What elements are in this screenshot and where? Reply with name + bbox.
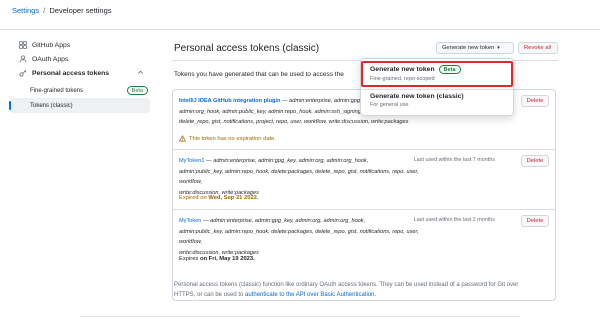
token-scopes: delete_repo, gist, notifications, projec… <box>179 119 409 125</box>
sidebar-item-personal-access-tokens[interactable]: Personal access tokens <box>10 66 150 80</box>
apps-grid-icon <box>18 40 28 50</box>
beta-badge: Beta <box>126 86 148 95</box>
option-description: For general use <box>370 102 409 108</box>
delete-token-button[interactable]: Delete <box>521 215 549 227</box>
option-title: Generate new token <box>370 66 435 73</box>
delete-token-button[interactable]: Delete <box>521 155 549 167</box>
caret-down-icon: ▾ <box>497 45 500 51</box>
person-icon <box>18 54 28 64</box>
sidebar-item-label: Personal access tokens <box>32 69 110 77</box>
token-name-link[interactable]: MyToken1 <box>179 158 205 164</box>
breadcrumb-settings-link[interactable]: Settings <box>12 6 39 15</box>
generate-fine-grained-token-option[interactable]: Generate new token Beta Fine-grained, re… <box>361 61 513 87</box>
sidebar: GitHub Apps OAuth Apps Personal access t… <box>9 38 150 113</box>
token-row: MyToken — admin:enterprise, admin:gpg_ke… <box>173 210 555 272</box>
sidebar-item-github-apps[interactable]: GitHub Apps <box>10 38 150 52</box>
generate-new-token-label: Generate new token <box>442 45 495 51</box>
revoke-all-button[interactable]: Revoke all <box>518 42 558 54</box>
token-row: MyToken1 — admin:enterprise, admin:gpg_k… <box>173 150 555 210</box>
bottom-divider <box>80 316 520 317</box>
breadcrumb-current: Developer settings <box>49 6 112 15</box>
sidebar-subitem-label: Fine-grained tokens <box>30 87 84 94</box>
token-details: MyToken1 — admin:enterprise, admin:gpg_k… <box>179 156 429 198</box>
sidebar-item-label: GitHub Apps <box>32 41 71 49</box>
token-expiry: Expired on Wed, Sep 21 2022. <box>179 195 259 201</box>
token-scopes: — admin:enterprise, admin:gpg_key, admin… <box>204 158 369 164</box>
generate-token-dropdown: Generate new token Beta Fine-grained, re… <box>360 58 514 116</box>
option-title: Generate new token (classic) <box>370 93 464 100</box>
tokens-intro-text: Tokens you have generated that can be us… <box>174 71 344 78</box>
dropdown-divider <box>361 89 513 90</box>
token-scopes: — admin:enterprise, admin:gpg_key, admin… <box>201 218 366 224</box>
expiry-date: on Fri, May 19 2023. <box>199 256 255 262</box>
token-name-link[interactable]: IntelliJ IDEA GitHub integration plugin <box>179 98 280 104</box>
sidebar-item-label: OAuth Apps <box>32 55 69 63</box>
sidebar-item-oauth-apps[interactable]: OAuth Apps <box>10 52 150 66</box>
token-last-used: Last used within the last 2 months <box>413 217 495 223</box>
alert-icon <box>179 135 186 142</box>
sidebar-subitem-tokens-classic[interactable]: Tokens (classic) <box>9 98 150 113</box>
expiry-prefix: Expires <box>179 256 199 262</box>
key-icon <box>18 68 28 78</box>
generate-classic-token-option[interactable]: Generate new token (classic) For general… <box>361 91 513 108</box>
basic-auth-link[interactable]: authenticate to the API over Basic Authe… <box>245 292 374 298</box>
no-expiration-warning: This token has no expiration date. <box>179 135 276 142</box>
token-scopes: admin:public_key, admin:repo_hook, delet… <box>179 228 419 246</box>
expiry-date: Wed, Sep 21 2022. <box>208 195 259 201</box>
sidebar-subitem-label: Tokens (classic) <box>30 102 73 109</box>
sidebar-subitem-fine-grained-tokens[interactable]: Fine-grained tokens Beta <box>10 83 150 98</box>
token-name-link[interactable]: MyToken <box>179 218 201 224</box>
footer-text-end: . <box>374 292 377 298</box>
footer-text-line1: Personal access tokens (classic) functio… <box>174 282 519 288</box>
generate-new-token-button[interactable]: Generate new token ▾ <box>436 42 514 54</box>
token-expiry: Expires on Fri, May 19 2023. <box>179 256 255 262</box>
page-title: Personal access tokens (classic) <box>174 43 320 54</box>
top-bar: Settings / Developer settings <box>0 0 600 30</box>
expiry-prefix: Expired on <box>179 195 207 201</box>
tokens-list: IntelliJ IDEA GitHub integration plugin … <box>172 89 556 301</box>
delete-token-button[interactable]: Delete <box>521 95 549 107</box>
chevron-up-icon[interactable] <box>137 69 144 76</box>
footer-note: Personal access tokens (classic) functio… <box>174 280 558 300</box>
breadcrumb-separator: / <box>43 6 46 15</box>
footer-text-line2: HTTPS, or can be used to <box>174 292 246 298</box>
token-details: MyToken — admin:enterprise, admin:gpg_ke… <box>179 216 429 258</box>
breadcrumb: Settings / Developer settings <box>12 6 112 15</box>
beta-badge: Beta <box>438 65 461 74</box>
token-scopes: admin:public_key, admin:repo_hook, delet… <box>179 168 419 186</box>
token-last-used: Last used within the last 7 months <box>413 157 495 163</box>
option-description: Fine-grained, repo-scoped <box>370 76 435 82</box>
warning-text: This token has no expiration date. <box>189 135 277 142</box>
